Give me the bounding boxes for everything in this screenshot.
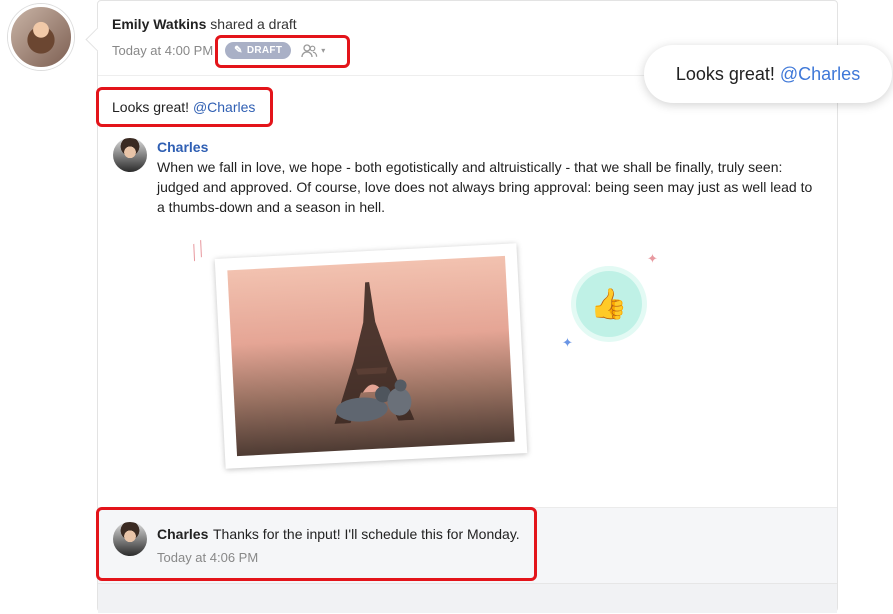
author-name[interactable]: Emily Watkins — [112, 16, 206, 32]
highlight-footer-reply — [96, 507, 537, 581]
author-avatar[interactable] — [8, 4, 74, 70]
reply-text: When we fall in love, we hope - both ego… — [157, 159, 813, 215]
reply-avatar[interactable] — [113, 138, 147, 172]
footer-strip — [98, 583, 837, 613]
reply-author[interactable]: Charles — [157, 139, 208, 155]
bubble-mention: @Charles — [779, 63, 861, 84]
highlight-comment — [96, 87, 273, 127]
thumbs-up-icon[interactable]: 👍 — [576, 271, 642, 337]
post-header: Emily Watkins shared a draft Today at 4:… — [112, 16, 325, 59]
sparkle-pink: ✦ — [647, 251, 658, 266]
eiffel-tower-photo — [227, 255, 515, 457]
pigeons-illustration — [336, 379, 412, 422]
post-action: shared a draft — [210, 16, 297, 32]
comment-preview-bubble: Looks great! @Charles — [644, 45, 892, 103]
bubble-text: Looks great! — [675, 63, 775, 84]
sparkle-decoration: ╱╱ — [187, 240, 209, 261]
author-line: Emily Watkins shared a draft — [112, 16, 297, 32]
post-time: Today at 4:00 PM — [112, 43, 214, 58]
sparkle-blue: ✦ — [562, 335, 573, 350]
draft-image[interactable] — [214, 243, 528, 469]
highlight-draft-badge — [215, 35, 350, 68]
